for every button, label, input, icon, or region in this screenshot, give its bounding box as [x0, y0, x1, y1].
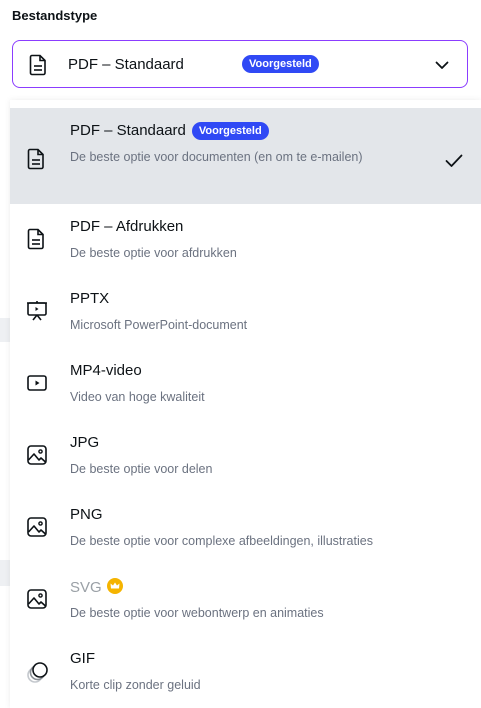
- option-title: MP4-video: [70, 362, 142, 379]
- option-title: PDF – Standaard Voorgesteld: [70, 122, 269, 141]
- suggested-badge: Voorgesteld: [191, 122, 269, 140]
- option-gif[interactable]: GIF Korte clip zonder geluid: [10, 636, 481, 708]
- selected-value: PDF – Standaard: [68, 56, 184, 73]
- option-description: De beste optie voor afdrukken: [70, 246, 237, 260]
- suggested-badge: Voorgesteld: [242, 55, 319, 73]
- document-icon: [26, 148, 46, 175]
- gif-icon: [26, 660, 50, 689]
- option-description: Korte clip zonder geluid: [70, 678, 201, 692]
- file-type-select[interactable]: PDF – Standaard Voorgesteld: [12, 40, 468, 88]
- option-description: Microsoft PowerPoint-document: [70, 318, 248, 332]
- image-icon: [26, 588, 48, 615]
- option-title: GIF: [70, 650, 95, 667]
- option-title: PDF – Afdrukken: [70, 218, 184, 235]
- option-pdf-standard[interactable]: PDF – Standaard Voorgesteld De beste opti…: [10, 108, 481, 204]
- image-icon: [26, 444, 48, 471]
- option-description: Video van hoge kwaliteit: [70, 390, 205, 404]
- option-title: PNG: [70, 506, 103, 523]
- option-description: De beste optie voor webontwerp en animat…: [70, 606, 324, 620]
- option-description: De beste optie voor documenten (en om te…: [70, 150, 363, 164]
- option-jpg[interactable]: JPG De beste optie voor delen: [10, 420, 481, 492]
- document-icon: [26, 228, 46, 255]
- option-svg[interactable]: SVG De beste optie voor webontwerp en an…: [10, 564, 481, 636]
- option-title: SVG: [70, 578, 123, 596]
- option-description: De beste optie voor delen: [70, 462, 213, 476]
- image-icon: [26, 516, 48, 543]
- option-description: De beste optie voor complexe afbeeldinge…: [70, 534, 373, 548]
- option-png[interactable]: PNG De beste optie voor complexe afbeeld…: [10, 492, 481, 564]
- option-title: JPG: [70, 434, 100, 451]
- option-pdf-print[interactable]: PDF – Afdrukken De beste optie voor afdr…: [10, 204, 481, 276]
- video-icon: [26, 374, 48, 397]
- option-pptx[interactable]: PPTX Microsoft PowerPoint-document: [10, 276, 481, 348]
- file-type-label: Bestandstype: [12, 8, 98, 23]
- chevron-down-icon: [435, 57, 449, 75]
- premium-crown-icon: [106, 578, 123, 594]
- checkmark-icon: [445, 154, 463, 173]
- document-icon: [28, 54, 48, 81]
- presentation-icon: [26, 300, 48, 327]
- option-mp4[interactable]: MP4-video Video van hoge kwaliteit: [10, 348, 481, 420]
- file-type-menu: PDF – Standaard Voorgesteld De beste opti…: [10, 100, 481, 708]
- option-title: PPTX: [70, 290, 110, 307]
